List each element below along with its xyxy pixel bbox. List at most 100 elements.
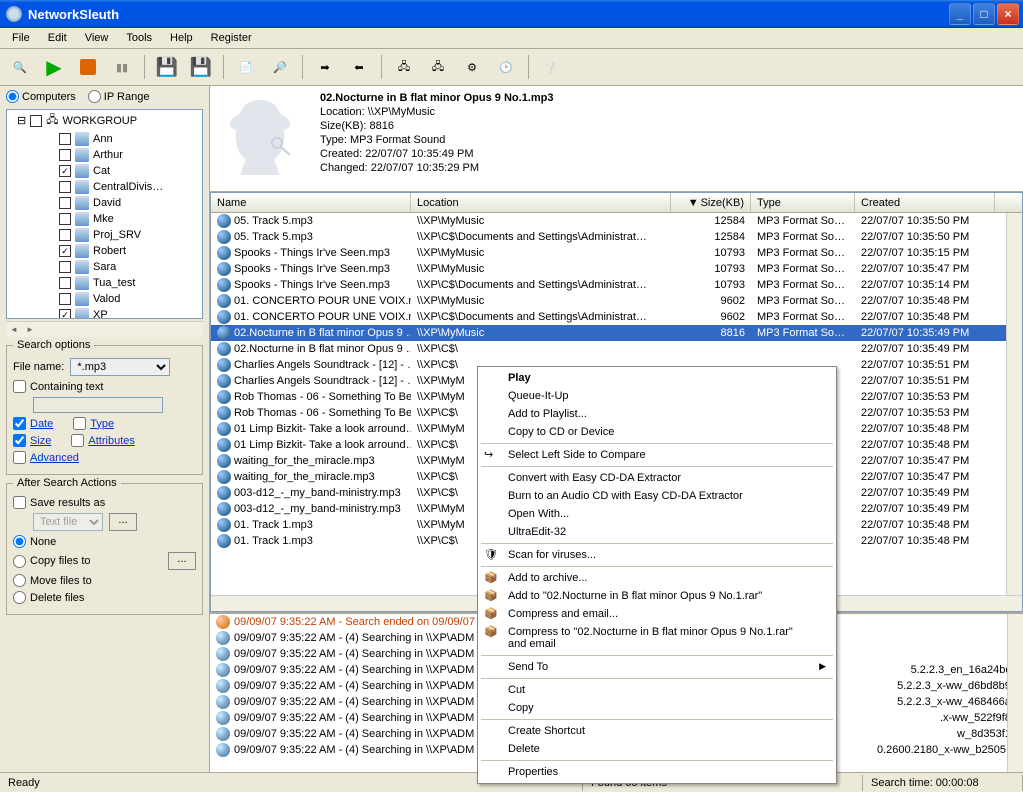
menu-register[interactable]: Register [203,30,260,46]
action-none[interactable]: None [13,535,56,548]
search-options-group: Search options File name: *.mp3 Containi… [6,345,203,475]
context-menu-item[interactable]: 🛡Scan for viruses... [480,546,834,564]
search-icon[interactable]: 🔍 [6,53,34,81]
table-row[interactable]: 02.Nocturne in B flat minor Opus 9 …\\XP… [211,341,1022,357]
menu-file[interactable]: File [4,30,38,46]
sherlock-icon [220,92,300,182]
tree-node[interactable]: ✓Cat [7,163,202,179]
action-move[interactable]: Move files to [13,574,92,587]
pause-button[interactable]: ▮▮ [108,53,136,81]
col-created[interactable]: Created [855,193,995,212]
containing-text-check[interactable]: Containing text [13,380,103,393]
context-menu-item[interactable]: 📦Add to "02.Nocturne in B flat minor Opu… [480,587,834,605]
table-row[interactable]: Spooks - Things Ir've Seen.mp3\\XP\MyMus… [211,245,1022,261]
context-menu-item[interactable]: UltraEdit-32 [480,523,834,541]
tree-node[interactable]: Mke [7,211,202,227]
tree-node[interactable]: CentralDivis… [7,179,202,195]
type-check[interactable]: Type [73,417,114,430]
tree-scrollbar[interactable] [6,321,203,337]
containing-text-input [33,397,163,413]
browse-save-button[interactable]: ... [109,513,137,531]
save-results-check[interactable]: Save results as [13,496,105,509]
table-row[interactable]: Spooks - Things Ir've Seen.mp3\\XP\C$\Do… [211,277,1022,293]
detail-name: 02.Nocturne in B flat minor Opus 9 No.1.… [320,92,553,104]
context-menu-item[interactable]: Queue-It-Up [480,387,834,405]
detail-panel: 02.Nocturne in B flat minor Opus 9 No.1.… [210,86,1023,192]
help-icon[interactable]: ❔ [537,53,565,81]
tree-node[interactable]: Arthur [7,147,202,163]
import-button[interactable]: ⬅ [345,53,373,81]
context-menu-item[interactable]: Convert with Easy CD-DA Extractor [480,469,834,487]
col-size[interactable]: ▼ Size(KB) [671,193,751,212]
tree-node[interactable]: David [7,195,202,211]
net-icon[interactable]: 🖧 [390,53,418,81]
context-menu-item[interactable]: Copy [480,699,834,717]
context-menu-item[interactable]: Delete [480,740,834,758]
table-row[interactable]: 01. CONCERTO POUR UNE VOIX.mp3\\XP\C$\Do… [211,309,1022,325]
tree-node[interactable]: Tua_test [7,275,202,291]
grid-vscroll[interactable] [1006,213,1022,595]
col-type[interactable]: Type [751,193,855,212]
minimize-button[interactable]: _ [949,3,971,25]
toolbar: 🔍 ▶ ▮▮ 💾 💾 📄 🔎 ➡ ⬅ 🖧 🖧 ⚙ 🕑 ❔ [0,49,1023,86]
menu-tools[interactable]: Tools [118,30,160,46]
scope-iprange[interactable]: IP Range [88,90,150,103]
scope-computers[interactable]: Computers [6,90,76,103]
save-as-button[interactable]: 💾 [187,53,215,81]
find-button[interactable]: 🔎 [266,53,294,81]
tree-node[interactable]: ✓Robert [7,243,202,259]
menu-view[interactable]: View [77,30,117,46]
context-menu-item[interactable]: Create Shortcut [480,722,834,740]
settings-icon[interactable]: ⚙ [458,53,486,81]
filename-input[interactable]: *.mp3 [70,358,170,376]
col-name[interactable]: Name [211,193,411,212]
context-menu-item[interactable]: Copy to CD or Device [480,423,834,441]
menu-edit[interactable]: Edit [40,30,75,46]
status-time: Search time: 00:00:08 [863,775,1023,791]
log-vscroll[interactable] [1007,614,1023,772]
menu-help[interactable]: Help [162,30,201,46]
list-button[interactable]: 📄 [232,53,260,81]
table-row[interactable]: 02.Nocturne in B flat minor Opus 9 …\\XP… [211,325,1022,341]
context-menu-item[interactable]: Open With... [480,505,834,523]
tree-node[interactable]: Proj_SRV [7,227,202,243]
tree-node[interactable]: Ann [7,131,202,147]
browse-copy-button[interactable]: ... [168,552,196,570]
context-menu-item[interactable]: 📦Add to archive... [480,569,834,587]
context-menu-item[interactable]: 📦Compress to "02.Nocturne in B flat mino… [480,623,834,653]
schedule-icon[interactable]: 🕑 [492,53,520,81]
export-button[interactable]: ➡ [311,53,339,81]
menubar: File Edit View Tools Help Register [0,28,1023,49]
context-menu-item[interactable]: Add to Playlist... [480,405,834,423]
maximize-button[interactable]: □ [973,3,995,25]
stop-button[interactable] [74,53,102,81]
tree-node[interactable]: ✓XP [7,307,202,319]
context-menu-item[interactable]: Play [480,369,834,387]
context-menu-item[interactable]: Properties [480,763,834,781]
table-row[interactable]: 05. Track 5.mp3\\XP\MyMusic12584MP3 Form… [211,213,1022,229]
action-copy[interactable]: Copy files to [13,555,91,568]
context-menu-item[interactable]: ↪Select Left Side to Compare [480,446,834,464]
close-button[interactable]: × [997,3,1019,25]
size-check[interactable]: Size [13,434,51,447]
advanced-check[interactable]: Advanced [13,451,79,464]
attributes-check[interactable]: Attributes [71,434,134,447]
titlebar: NetworkSleuth _ □ × [0,0,1023,28]
context-menu-item[interactable]: Burn to an Audio CD with Easy CD-DA Extr… [480,487,834,505]
context-menu-item[interactable]: Cut [480,681,834,699]
table-row[interactable]: 05. Track 5.mp3\\XP\C$\Documents and Set… [211,229,1022,245]
play-button[interactable]: ▶ [40,53,68,81]
after-actions-group: After Search Actions Save results as Tex… [6,483,203,615]
table-row[interactable]: Spooks - Things Ir've Seen.mp3\\XP\MyMus… [211,261,1022,277]
date-check[interactable]: Date [13,417,53,430]
context-menu-item[interactable]: 📦Compress and email... [480,605,834,623]
save-button[interactable]: 💾 [153,53,181,81]
action-delete[interactable]: Delete files [13,591,84,604]
tree-node[interactable]: Sara [7,259,202,275]
context-menu-item[interactable]: Send To▶ [480,658,834,676]
tree-node[interactable]: Valod [7,291,202,307]
computer-tree[interactable]: ⊟ 🖧 WORKGROUP AnnArthur✓CatCentralDivis…… [6,109,203,319]
col-location[interactable]: Location [411,193,671,212]
table-row[interactable]: 01. CONCERTO POUR UNE VOIX.mp3\\XP\MyMus… [211,293,1022,309]
net-refresh-icon[interactable]: 🖧 [424,53,452,81]
